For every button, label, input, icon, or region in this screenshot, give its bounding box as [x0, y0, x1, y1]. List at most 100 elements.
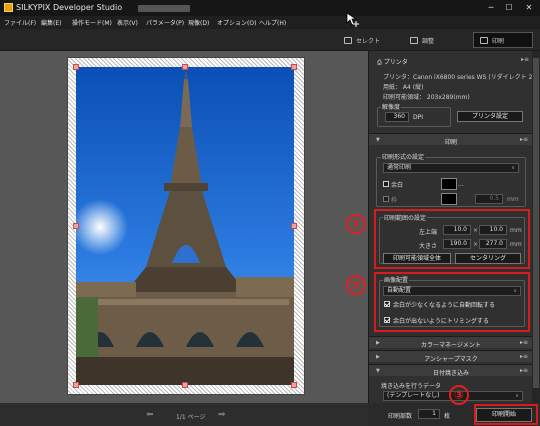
resize-handle-ml[interactable]	[73, 223, 79, 229]
topleft-x-input[interactable]: 10.0	[443, 225, 471, 235]
copies-input[interactable]: 1	[418, 409, 440, 419]
menu-view[interactable]: 表示(V)	[117, 18, 138, 27]
title-redacted	[138, 5, 190, 12]
printer-header: ⎙ プリンタ	[377, 57, 408, 67]
resolution-label: 解像度	[381, 102, 402, 111]
unsharp-mask-header[interactable]: ▶ アンシャープマスク ▸≡	[369, 350, 533, 363]
section-menu-icon[interactable]: ▸≡	[520, 136, 528, 143]
print-format-value: 通常印刷	[387, 164, 412, 171]
times-sign-1: ×	[473, 227, 479, 234]
frame-checkbox[interactable]	[383, 196, 389, 202]
printer-header-label: プリンタ	[383, 59, 408, 66]
trim-checkbox[interactable]	[384, 317, 390, 323]
menu-parameter[interactable]: パラメータ(P)	[146, 18, 184, 27]
resize-handle-tc[interactable]	[182, 64, 188, 70]
adjust-mode-icon	[410, 36, 418, 44]
resize-handle-bc[interactable]	[182, 382, 188, 388]
resize-handle-br[interactable]	[291, 382, 297, 388]
chevron-down-icon: ∨	[513, 288, 517, 294]
size-label: 大きさ	[419, 243, 438, 250]
color-management-header[interactable]: ▶ カラーマネージメント ▸≡	[369, 336, 533, 349]
print-format-dropdown[interactable]: 通常印刷 ∨	[383, 163, 519, 173]
menu-help[interactable]: ヘルプ(H)	[259, 18, 286, 27]
annotation-2: ②	[346, 275, 366, 295]
printable-size: 印刷可能領域： 203x289(mm)	[383, 94, 470, 101]
highlight-box-3	[474, 404, 538, 425]
mode-print-button[interactable]: 印刷	[473, 32, 533, 48]
resolution-unit: DPI	[413, 114, 424, 121]
topleft-y-input[interactable]: 10.0	[479, 225, 507, 235]
close-button[interactable]: ✕	[522, 2, 536, 13]
resolution-input[interactable]: 360	[385, 112, 409, 122]
mode-select-label: セレクト	[356, 37, 381, 45]
paper-size: 用紙： A4 (縦)	[383, 84, 424, 91]
next-page-icon[interactable]: ➡	[218, 410, 226, 420]
print-mode-icon	[480, 36, 488, 44]
resize-handle-mr[interactable]	[291, 223, 297, 229]
menu-file[interactable]: ファイル(F)	[4, 18, 36, 27]
printer-menu-icon[interactable]: ▸≡	[521, 56, 529, 63]
image-layout-label: 画像配置	[383, 275, 410, 284]
page-indicator: 1/1 ページ	[176, 414, 206, 421]
print-area-label: 印刷範囲の設定	[383, 213, 428, 222]
page-nav-bar: ⬅ 1/1 ページ ➡	[0, 403, 368, 426]
image-layout-dropdown[interactable]: 自動配置 ∨	[383, 286, 521, 296]
frame-width-input[interactable]: 0.5	[475, 194, 503, 204]
preview-photo[interactable]	[76, 67, 294, 385]
resize-handle-bl[interactable]	[73, 382, 79, 388]
section-menu-icon[interactable]: ▸≡	[520, 339, 528, 346]
size-w-input[interactable]: 190.0	[443, 239, 471, 249]
chevron-down-icon: ∨	[515, 393, 519, 399]
margin-label: 余白	[391, 182, 404, 189]
minimize-button[interactable]: ─	[484, 2, 498, 13]
mode-select-button[interactable]: セレクト	[338, 32, 386, 48]
centering-button[interactable]: センタリング	[455, 253, 521, 264]
panel-scrollbar-thumb[interactable]	[533, 58, 539, 388]
section-menu-icon[interactable]: ▸≡	[520, 367, 528, 374]
whole-area-button[interactable]: 印刷可能領域全体	[383, 253, 451, 264]
topleft-unit: mm	[510, 227, 522, 234]
resize-handle-tr[interactable]	[291, 64, 297, 70]
frame-label: 枠	[391, 197, 398, 204]
menu-develop[interactable]: 現像(D)	[188, 18, 209, 27]
image-layout-value: 自動配置	[387, 287, 412, 294]
margin-color-more[interactable]: ...	[458, 181, 464, 188]
frame-color-swatch[interactable]	[441, 193, 457, 205]
menu-bar: ファイル(F) 編集(E) 操作モード(M) 表示(V) パラメータ(P) 現像…	[0, 16, 540, 29]
menu-operation-mode[interactable]: 操作モード(M)	[72, 18, 112, 27]
mode-adjust-button[interactable]: 調整	[404, 32, 440, 48]
auto-rotate-checkbox[interactable]	[384, 301, 390, 307]
printer-name: プリンタ：Canon iX6800 series WS (リダイレクト 2)	[383, 74, 535, 81]
date-print-header[interactable]: ▼ 日付焼き込み ▸≡	[369, 364, 533, 377]
menu-edit[interactable]: 編集(E)	[41, 18, 61, 27]
trim-label: 余白が出ないようにトリミングする	[393, 318, 489, 325]
print-format-label: 印刷形式の設定	[381, 152, 426, 161]
printer-settings-button[interactable]: プリンタ設定	[457, 111, 523, 122]
frame-unit: mm	[507, 196, 519, 203]
times-sign-2: ×	[473, 241, 479, 248]
mouse-cursor-icon	[346, 12, 359, 27]
copies-label: 印刷部数	[388, 413, 413, 420]
select-mode-icon	[344, 36, 352, 44]
mode-print-label: 印刷	[492, 37, 505, 45]
size-h-input[interactable]: 277.0	[479, 239, 507, 249]
print-settings-panel: ⎙ プリンタ ▸≡ プリンタ：Canon iX6800 series WS (リ…	[368, 51, 540, 403]
print-section-header[interactable]: ▼ 印刷 ▸≡	[369, 133, 533, 146]
annotation-1: ①	[346, 214, 366, 234]
prev-page-icon[interactable]: ⬅	[146, 410, 154, 420]
app-icon	[4, 3, 13, 12]
section-menu-icon[interactable]: ▸≡	[520, 353, 528, 360]
chevron-down-icon: ∨	[511, 165, 515, 171]
maximize-button[interactable]: ☐	[502, 2, 516, 13]
margin-color-swatch[interactable]	[441, 178, 457, 190]
printer-icon: ⎙	[377, 59, 382, 66]
window-title: SILKYPIX Developer Studio	[16, 3, 123, 12]
margin-checkbox[interactable]	[383, 181, 389, 187]
copies-unit: 枚	[444, 413, 451, 420]
resize-handle-tl[interactable]	[73, 64, 79, 70]
menu-option[interactable]: オプション(O)	[217, 18, 256, 27]
size-unit: mm	[510, 241, 522, 248]
title-bar: SILKYPIX Developer Studio ─ ☐ ✕	[0, 0, 540, 16]
date-print-data-label: 焼き込みを行うデータ	[381, 383, 442, 390]
mode-bar: セレクト 調整 印刷	[0, 29, 540, 51]
